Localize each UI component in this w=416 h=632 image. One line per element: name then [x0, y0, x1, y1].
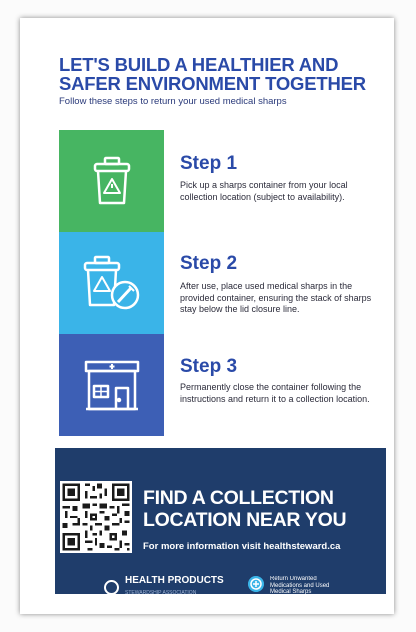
cta-title-line-1: FIND A COLLECTION — [143, 487, 334, 509]
return-program-text: Return Unwanted Medications and Used Med… — [270, 576, 330, 594]
step-1-text: Pick up a sharps container from your loc… — [180, 180, 348, 202]
poster-headline: LET'S BUILD A HEALTHIER AND SAFER ENVIRO… — [59, 55, 389, 93]
hpsa-name: HEALTH PRODUCTS — [125, 575, 224, 586]
step-1-title: Step 1 — [180, 153, 238, 174]
hpsa-logo: HEALTH PRODUCTS STEWARDSHIP ASSOCIATION — [104, 576, 224, 598]
step-3-text: Permanently close the container followin… — [180, 382, 370, 404]
step-3-title: Step 3 — [180, 356, 238, 377]
step-1-tile — [59, 130, 164, 232]
return-program-logo: Return Unwanted Medications and Used Med… — [248, 576, 340, 594]
cta-title: FIND A COLLECTION LOCATION NEAR YOU — [143, 487, 347, 531]
headline-line-2: SAFER ENVIRONMENT TOGETHER — [59, 73, 366, 94]
headline-line-1: LET'S BUILD A HEALTHIER AND — [59, 54, 339, 75]
pharmacy-store-icon — [84, 360, 139, 411]
step-2-tile — [59, 232, 164, 334]
qr-code[interactable] — [60, 481, 132, 553]
step-2-title: Step 2 — [180, 253, 238, 274]
cta-info-link[interactable]: For more information visit healthsteward… — [143, 541, 340, 552]
sharps-bin-icon — [93, 156, 130, 205]
return-program-icon — [248, 576, 264, 592]
step-2-text: After use, place used medical sharps in … — [180, 281, 372, 315]
step-3-tile — [59, 334, 164, 436]
hpsa-subname: STEWARDSHIP ASSOCIATION — [125, 590, 197, 596]
hpsa-logo-icon — [104, 579, 119, 595]
sharps-bin-syringe-icon — [83, 255, 139, 310]
cta-title-line-2: LOCATION NEAR YOU — [143, 509, 347, 531]
poster-subtitle: Follow these steps to return your used m… — [59, 96, 287, 107]
